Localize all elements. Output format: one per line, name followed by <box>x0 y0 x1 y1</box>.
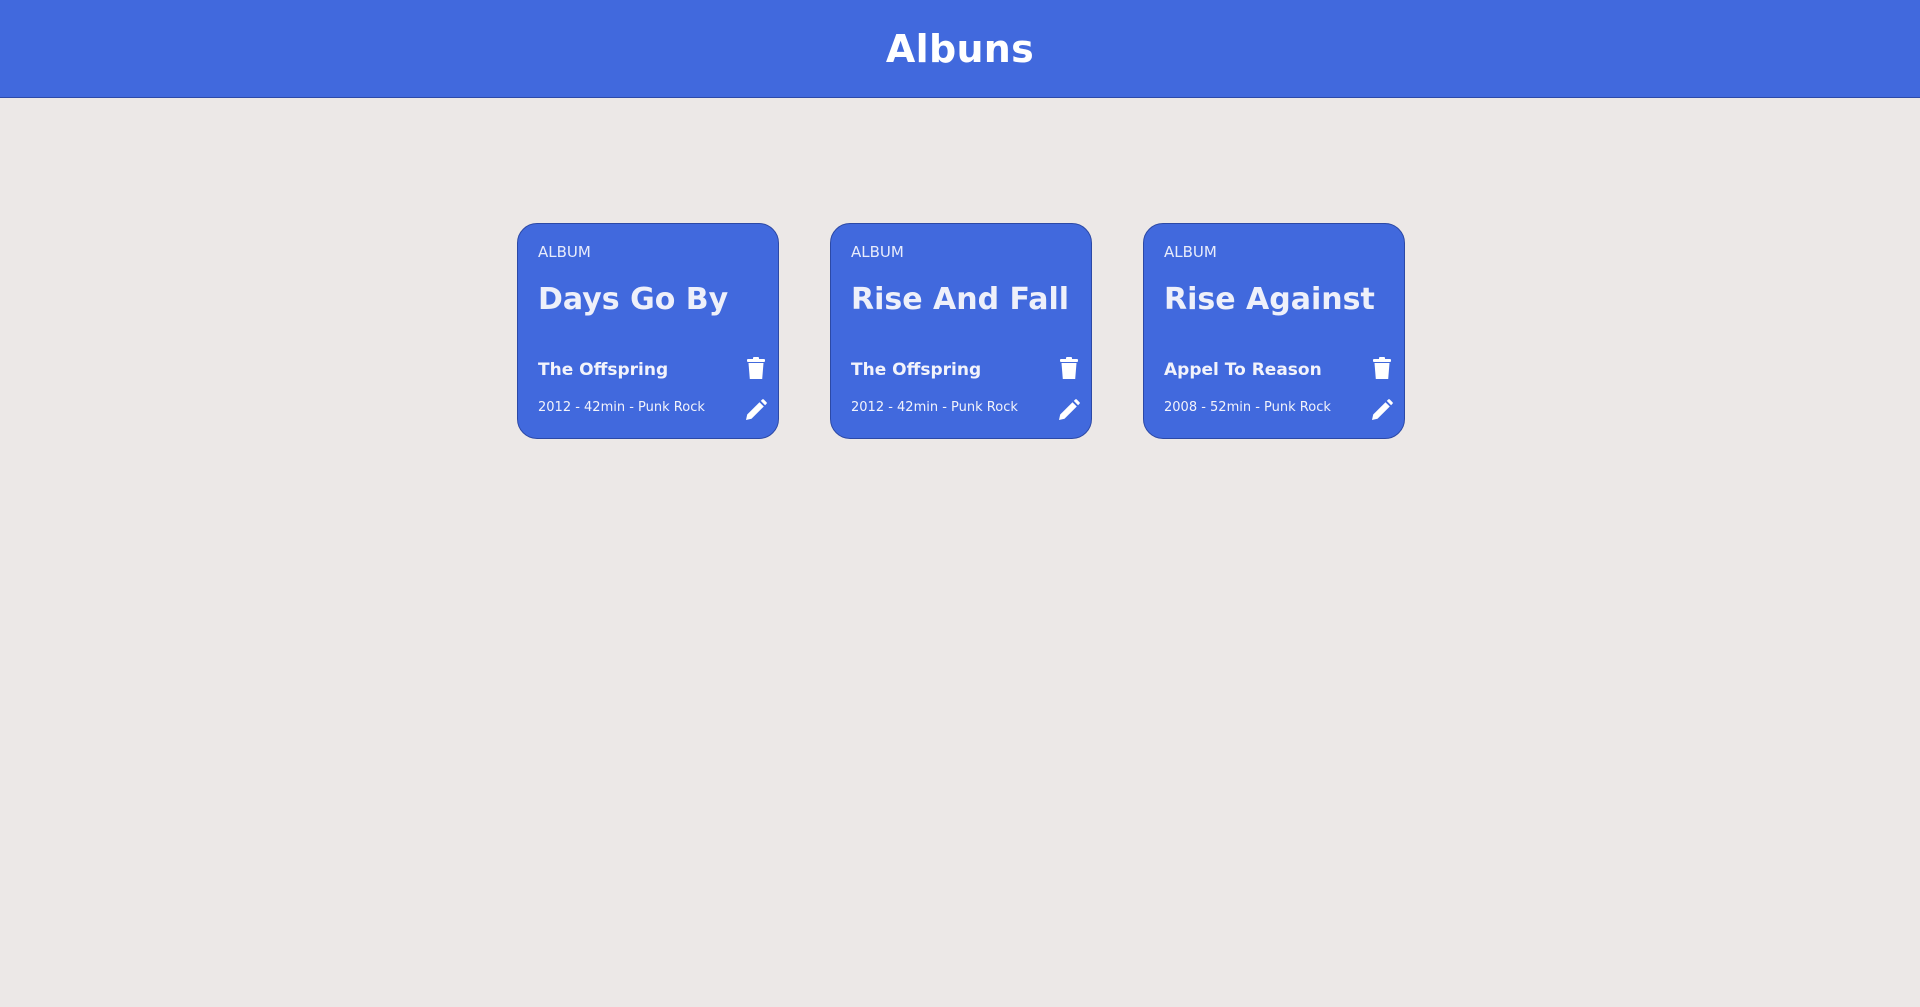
album-card: ALBUM Rise Against Appel To Reason 2008 … <box>1143 223 1405 439</box>
album-title: Days Go By <box>538 282 729 317</box>
edit-button[interactable] <box>1371 397 1393 421</box>
delete-button[interactable] <box>1371 356 1393 380</box>
trash-icon <box>1060 357 1078 379</box>
trash-icon <box>747 357 765 379</box>
album-artist: The Offspring <box>538 360 669 380</box>
album-card: ALBUM Days Go By The Offspring 2012 - 42… <box>517 223 779 439</box>
album-title: Rise And Fall <box>851 282 1070 317</box>
trash-icon <box>1373 357 1391 379</box>
album-title: Rise Against <box>1164 282 1375 317</box>
album-meta: 2008 - 52min - Punk Rock <box>1164 400 1331 415</box>
album-type-label: ALBUM <box>1164 243 1217 261</box>
delete-button[interactable] <box>745 356 767 380</box>
pencil-icon <box>1371 398 1393 420</box>
pencil-icon <box>745 398 767 420</box>
album-type-label: ALBUM <box>538 243 591 261</box>
album-list: ALBUM Days Go By The Offspring 2012 - 42… <box>517 223 1405 439</box>
album-meta: 2012 - 42min - Punk Rock <box>538 400 705 415</box>
album-type-label: ALBUM <box>851 243 904 261</box>
page-header: Albuns <box>0 0 1920 98</box>
album-artist: Appel To Reason <box>1164 360 1322 380</box>
album-meta: 2012 - 42min - Punk Rock <box>851 400 1018 415</box>
page-title: Albuns <box>885 26 1035 71</box>
delete-button[interactable] <box>1058 356 1080 380</box>
album-artist: The Offspring <box>851 360 982 380</box>
edit-button[interactable] <box>745 397 767 421</box>
pencil-icon <box>1058 398 1080 420</box>
edit-button[interactable] <box>1058 397 1080 421</box>
album-card: ALBUM Rise And Fall The Offspring 2012 -… <box>830 223 1092 439</box>
